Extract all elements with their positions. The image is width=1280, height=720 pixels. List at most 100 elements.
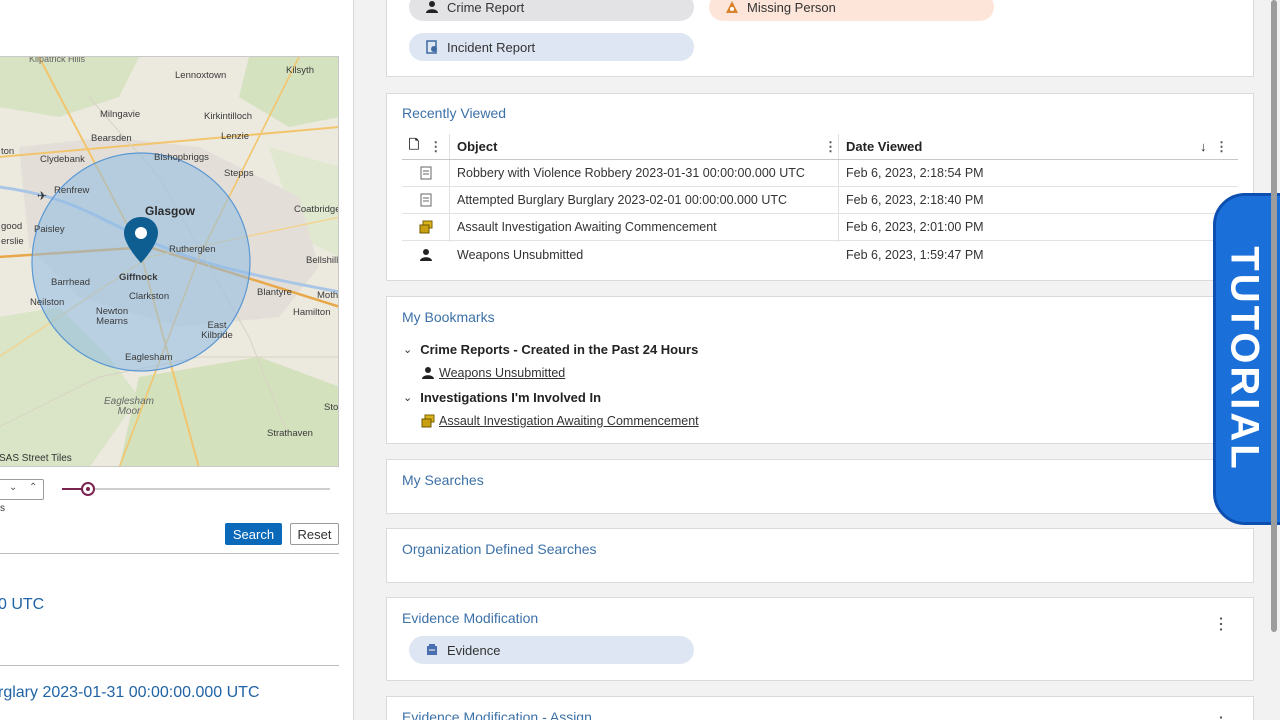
map-attribution: SAS Street Tiles (0, 453, 72, 464)
create-card: Crime Report Missing Person Incident Rep… (386, 0, 1254, 77)
missing-person-icon (725, 0, 739, 14)
bookmark-item[interactable]: Weapons Unsubmitted (421, 366, 565, 380)
reset-button[interactable]: Reset (290, 523, 339, 545)
card-title: Evidence Modification - Assign (402, 709, 592, 720)
missing-person-pill[interactable]: Missing Person (709, 0, 994, 21)
org-searches-card: Organization Defined Searches (386, 528, 1254, 583)
chevron-up-icon[interactable]: ⌃ (29, 482, 37, 493)
my-searches-card: My Searches (386, 459, 1254, 514)
search-button[interactable]: Search (225, 523, 282, 545)
map-place-label: Eaglesham Moor (103, 396, 155, 417)
map-place-label: Milngavie (100, 109, 141, 120)
crime-report-icon (421, 366, 435, 380)
search-result-link[interactable]: rglary 2023-01-31 00:00:00.000 UTC (0, 684, 260, 702)
date-column-header[interactable]: Date Viewed (846, 134, 922, 159)
sort-desc-icon[interactable]: ↓ (1200, 134, 1207, 159)
card-title: My Searches (402, 472, 484, 488)
recently-viewed-table: 🗋 ⋮ Object ⋮ Date Viewed ↓ ⋮ Robbery wit… (402, 134, 1238, 268)
map-canvas: ✈ (0, 57, 338, 466)
map-place-label: Kilpatrick Hills (29, 56, 86, 64)
type-column-header[interactable]: 🗋 ⋮ (402, 134, 449, 159)
bookmarks-card: My Bookmarks ⌄ Crime Reports - Created i… (386, 296, 1254, 444)
map-place-label: Strathaven (267, 428, 313, 439)
divider (0, 665, 339, 666)
table-header: 🗋 ⋮ Object ⋮ Date Viewed ↓ ⋮ (402, 134, 1238, 160)
map-place-label: ton (1, 146, 15, 157)
chevron-down-icon[interactable]: ⌄ (9, 482, 17, 493)
incident-report-pill[interactable]: Incident Report (409, 33, 694, 61)
date-cell: Feb 6, 2023, 2:18:40 PM (846, 193, 984, 207)
chevron-down-icon[interactable]: ⌄ (403, 391, 412, 404)
object-column-header[interactable]: Object (457, 134, 497, 159)
search-result-link[interactable]: 0 UTC (0, 596, 44, 614)
bookmark-group-label: Crime Reports - Created in the Past 24 H… (420, 342, 699, 357)
column-menu-icon[interactable]: ⋮ (1215, 134, 1228, 159)
pill-label: Incident Report (447, 39, 536, 55)
table-row[interactable]: Assault Investigation Awaiting Commencem… (402, 214, 1238, 241)
tutorial-label: TUTORIAL (1222, 246, 1267, 472)
incident-report-icon (425, 40, 439, 54)
chevron-down-icon[interactable]: ⌄ (403, 343, 412, 356)
radius-slider-track[interactable] (62, 488, 330, 490)
evidence-pill[interactable]: Evidence (409, 636, 694, 664)
map-place-label: Paisley (34, 224, 65, 235)
document-icon (402, 160, 449, 186)
object-cell[interactable]: Robbery with Violence Robbery 2023-01-31… (457, 160, 805, 186)
map-place-label: Coatbridge (294, 204, 339, 215)
page-scrollbar[interactable] (1271, 0, 1277, 632)
map-place-label: Giffnock (119, 272, 158, 283)
card-title: My Bookmarks (402, 309, 495, 325)
left-panel: ✈ Kilpatrick Hills Lennoxtown Kilsyth Mi… (0, 0, 354, 720)
map-place-label: Lenzie (221, 131, 249, 142)
map-place-label: Neilston (30, 297, 65, 308)
map-place-label: Rutherglen (169, 244, 216, 255)
object-cell[interactable]: Attempted Burglary Burglary 2023-02-01 0… (457, 187, 787, 213)
more-options-icon[interactable]: ⋮ (1213, 614, 1229, 634)
map-place-label: Blantyre (257, 287, 292, 298)
map-place-label: Renfrew (54, 185, 90, 196)
evidence-modification-card: Evidence Modification ⋮ Evidence (386, 597, 1254, 681)
map-place-label: Moth (317, 290, 339, 301)
card-title: Organization Defined Searches (402, 541, 597, 557)
map-place-label: Hamilton (293, 307, 331, 318)
more-options-icon[interactable]: ⋮ (1213, 713, 1229, 720)
map-place-label: Barrhead (51, 277, 91, 288)
map-view[interactable]: ✈ Kilpatrick Hills Lennoxtown Kilsyth Mi… (0, 56, 339, 467)
svg-text:✈: ✈ (37, 189, 47, 203)
map-place-label: erslie (1, 236, 24, 247)
card-title: Evidence Modification (402, 610, 539, 626)
column-menu-icon[interactable]: ⋮ (824, 134, 837, 159)
object-cell[interactable]: Assault Investigation Awaiting Commencem… (457, 214, 717, 240)
recently-viewed-card: Recently Viewed 🗋 ⋮ Object ⋮ Date Viewed… (386, 93, 1254, 281)
bookmark-link[interactable]: Assault Investigation Awaiting Commencem… (439, 414, 699, 428)
table-row[interactable]: Attempted Burglary Burglary 2023-02-01 0… (402, 187, 1238, 214)
radius-unit-label: s (0, 503, 5, 514)
pill-label: Evidence (447, 642, 501, 658)
bookmark-group[interactable]: ⌄ Investigations I'm Involved In (403, 390, 601, 405)
radius-spinner[interactable]: ⌄ ⌃ (0, 479, 44, 500)
map-place-label: Stepps (224, 168, 254, 179)
map-place-label: Sto (324, 402, 339, 413)
bookmark-item[interactable]: Assault Investigation Awaiting Commencem… (421, 414, 699, 428)
object-cell[interactable]: Weapons Unsubmitted (457, 241, 583, 268)
evidence-assign-card: Evidence Modification - Assign ⋮ (386, 696, 1254, 720)
map-place-label: East Kilbride (201, 320, 233, 341)
crime-report-pill[interactable]: Crime Report (409, 0, 694, 21)
bookmark-link[interactable]: Weapons Unsubmitted (439, 366, 565, 380)
map-place-label: Bishopbriggs (154, 152, 209, 163)
map-place-label: Glasgow (145, 204, 196, 218)
map-place-label: Clydebank (40, 154, 85, 165)
investigation-folder-icon (402, 214, 449, 240)
radius-slider-thumb[interactable] (81, 482, 95, 496)
table-row[interactable]: Robbery with Violence Robbery 2023-01-31… (402, 160, 1238, 187)
bookmark-group[interactable]: ⌄ Crime Reports - Created in the Past 24… (403, 342, 698, 357)
card-title: Recently Viewed (402, 105, 507, 121)
column-menu-icon[interactable]: ⋮ (429, 139, 442, 155)
map-place-label: Bearsden (91, 133, 132, 144)
table-row[interactable]: Weapons Unsubmitted Feb 6, 2023, 1:59:47… (402, 241, 1238, 268)
document-icon: 🗋 (408, 136, 420, 152)
tutorial-tab[interactable]: TUTORIAL (1213, 193, 1280, 525)
map-place-label: Kilsyth (286, 65, 314, 76)
date-cell: Feb 6, 2023, 1:59:47 PM (846, 247, 984, 262)
map-place-label: Kirkintilloch (204, 111, 253, 122)
